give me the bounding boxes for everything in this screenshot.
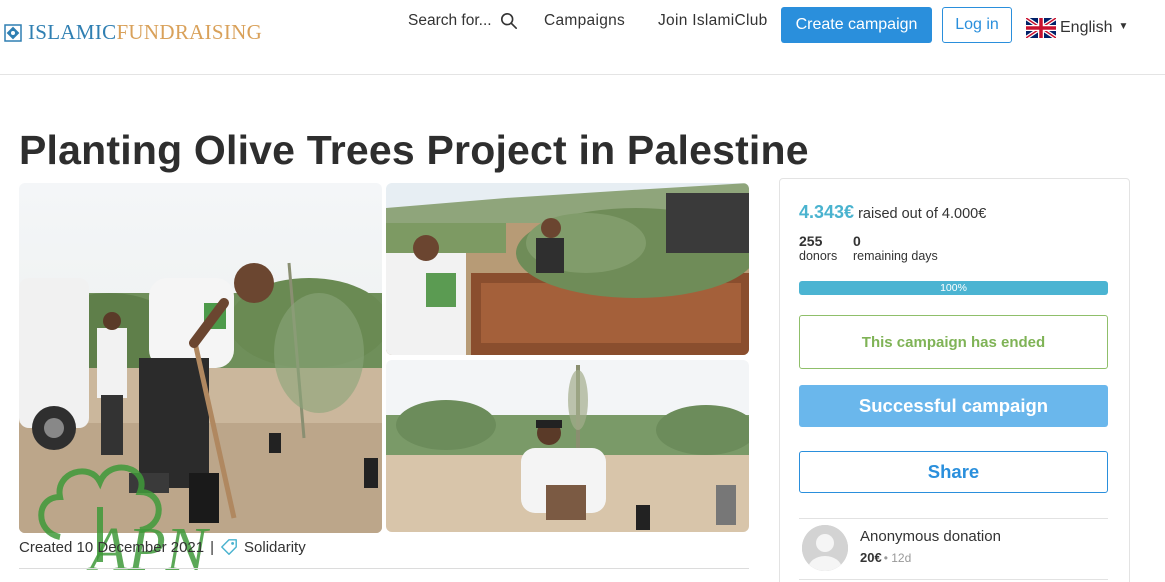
avatar <box>802 525 848 571</box>
chevron-down-icon: ▼ <box>1118 20 1129 32</box>
raised-amount: 4.343€ <box>799 202 855 222</box>
created-date: Created 10 December 2021 <box>19 538 205 556</box>
meta-separator: | <box>210 538 215 556</box>
divider <box>799 579 1108 580</box>
user-icon <box>802 525 848 571</box>
remaining-days-stat: 0 remaining days <box>853 233 938 263</box>
search-label: Search for... <box>408 12 492 29</box>
language-selector[interactable]: English ▼ <box>1026 18 1128 38</box>
campaign-meta: Created 10 December 2021 | Solidarity <box>19 538 306 556</box>
divider <box>799 518 1108 519</box>
apn-watermark-logo: APN <box>38 464 211 578</box>
uk-flag-icon <box>1026 18 1056 38</box>
logo-text: ISLAMICFUNDRAISING <box>28 20 262 45</box>
progress-fill: 100% <box>799 281 1108 295</box>
donor-name: Anonymous donation <box>860 528 1001 545</box>
days-count: 0 <box>853 233 861 249</box>
photo-volunteer-with-sapling <box>386 360 749 532</box>
share-button[interactable]: Share <box>799 451 1108 493</box>
logo-text-part1: ISLAMIC <box>28 20 117 44</box>
search-icon <box>500 12 517 30</box>
nav-link-join-islamiclub[interactable]: Join IslamiClub <box>658 12 768 30</box>
donors-label: donors <box>799 249 838 263</box>
category-link[interactable]: Solidarity <box>244 539 306 556</box>
donation-details: 20€ • 12d <box>860 550 911 565</box>
nav-search[interactable]: Search for... <box>408 12 518 30</box>
donation-amount: 20€ <box>860 550 882 565</box>
raised-summary: 4.343€ raised out of 4.000€ <box>799 202 986 223</box>
donation-time: • 12d <box>883 550 912 565</box>
raised-goal: raised out of 4.000€ <box>858 206 987 222</box>
days-label: remaining days <box>853 249 938 263</box>
create-campaign-button[interactable]: Create campaign <box>781 7 932 43</box>
successful-campaign-button[interactable]: Successful campaign <box>799 385 1108 427</box>
donors-count: 255 <box>799 233 823 249</box>
logo-mark-icon <box>4 23 22 42</box>
campaign-ended-notice: This campaign has ended <box>799 315 1108 369</box>
site-logo[interactable]: ISLAMICFUNDRAISING <box>4 20 262 45</box>
campaign-photo-bottom-right[interactable] <box>386 360 749 532</box>
language-label: English <box>1060 19 1113 36</box>
campaign-photo-top-right[interactable] <box>386 183 749 355</box>
donors-stat: 255 donors <box>799 233 837 263</box>
nav-link-campaigns[interactable]: Campaigns <box>544 12 625 30</box>
divider <box>19 568 749 569</box>
funding-progress-bar: 100% <box>799 281 1108 295</box>
photo-olive-saplings-truck <box>386 183 749 355</box>
page-title: Planting Olive Trees Project in Palestin… <box>19 127 809 173</box>
logo-text-part2: FUNDRAISING <box>116 20 263 44</box>
login-button[interactable]: Log in <box>942 7 1012 43</box>
top-navbar: ISLAMICFUNDRAISING Search for... Campaig… <box>0 0 1165 75</box>
tag-icon <box>221 539 237 555</box>
